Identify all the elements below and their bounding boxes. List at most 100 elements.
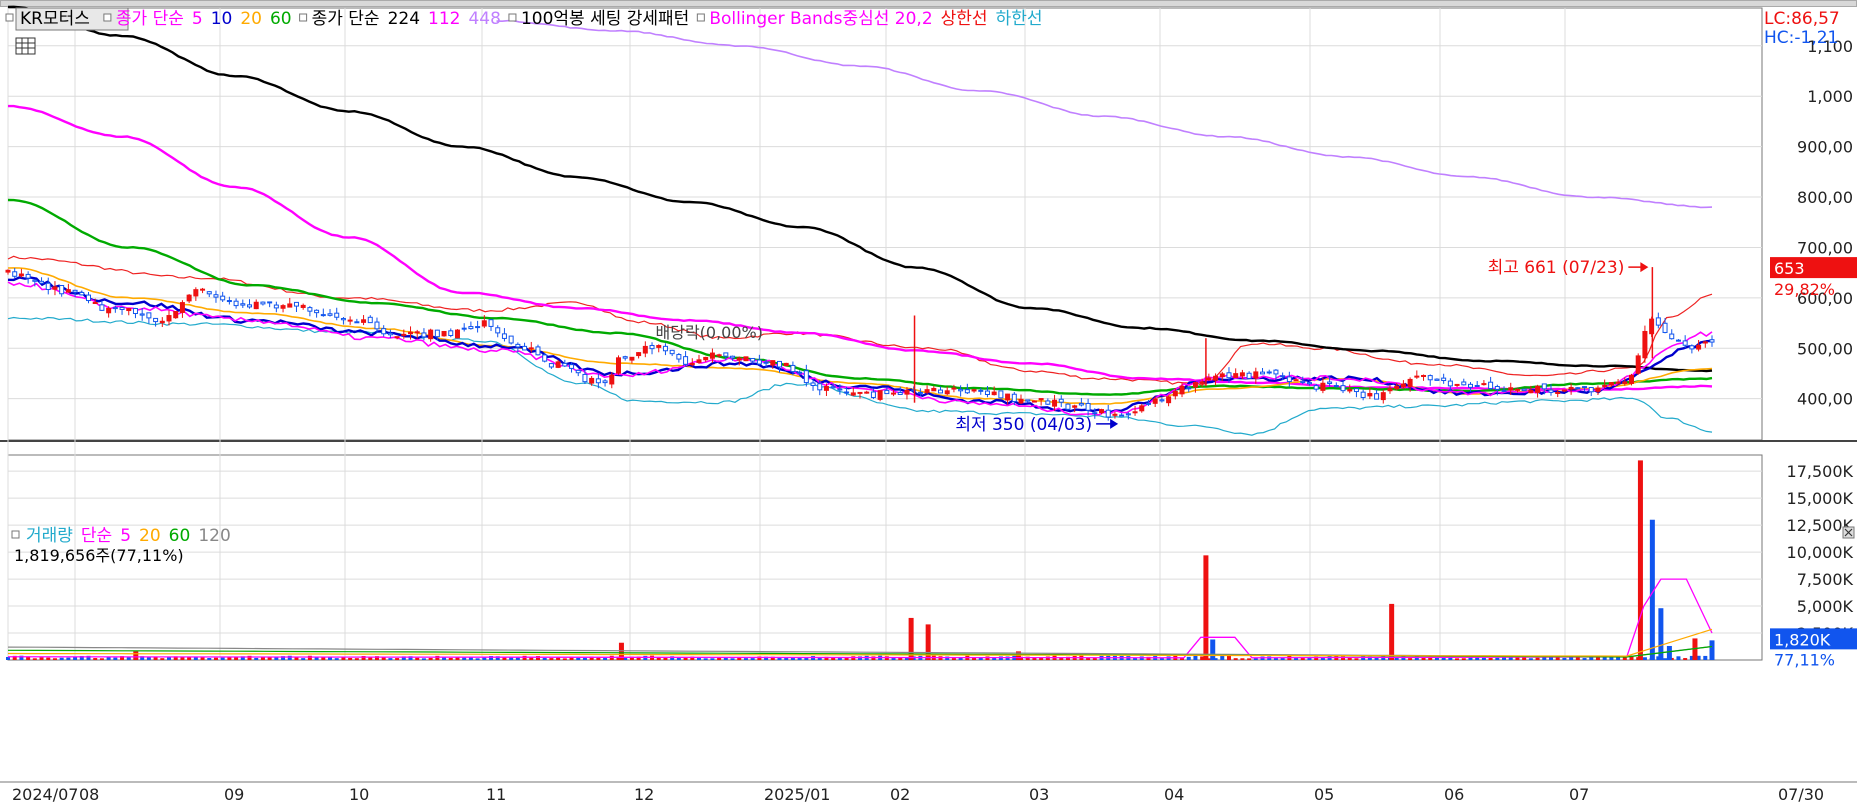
- legend-bollinger-lower: 하한선: [996, 9, 1043, 29]
- candle-body: [1702, 341, 1708, 344]
- volume-bar: [93, 658, 98, 660]
- volume-bar: [1389, 603, 1395, 660]
- volume-bar: [663, 657, 668, 660]
- volume-bar: [576, 657, 581, 660]
- legend-ma-period: 5: [192, 9, 203, 29]
- volume-bar: [1461, 658, 1466, 660]
- candle-body: [743, 356, 749, 362]
- pane-close-icon[interactable]: [1842, 526, 1855, 539]
- candle-body: [421, 332, 427, 338]
- candle-body: [72, 289, 78, 293]
- volume-legend: 거래량 단순 5 20 60 120: [11, 526, 231, 546]
- volume-bar: [160, 658, 165, 660]
- candle-body: [1427, 375, 1433, 381]
- candle-body: [1246, 372, 1252, 379]
- price-tick-label: 500,00: [1797, 339, 1853, 358]
- volume-bar: [1589, 657, 1594, 660]
- candle-body: [408, 331, 414, 335]
- current-volume-value: 1,820K: [1774, 630, 1831, 649]
- volume-bar: [1666, 645, 1672, 660]
- candle-body: [226, 300, 232, 303]
- candle-body: [179, 302, 185, 313]
- candle-body: [730, 355, 736, 359]
- candle-body: [1407, 378, 1413, 387]
- price-panel[interactable]: [7, 7, 1763, 441]
- candle-body: [1548, 389, 1554, 393]
- candle-body: [394, 336, 400, 339]
- candle-body: [817, 383, 823, 391]
- x-tick-label: 12: [634, 785, 654, 804]
- legend-pattern: 100억봉 세팅 강세패턴: [521, 9, 689, 29]
- stock-chart[interactable]: 2024/07 08 09 10 11 12 2025/01 02 03 04 05 06 07 07/3…: [0, 0, 1857, 810]
- candle-body: [1709, 339, 1715, 343]
- candle-body: [1628, 374, 1634, 384]
- candle-body: [1682, 340, 1688, 346]
- candle-body: [1052, 399, 1058, 407]
- candle-body: [917, 391, 923, 394]
- candle-body: [669, 349, 675, 355]
- candle-body: [931, 387, 937, 392]
- candle-body: [569, 364, 575, 369]
- x-tick-label: 2024/07: [12, 785, 78, 804]
- candle-body: [314, 309, 320, 314]
- candle-body: [320, 314, 326, 317]
- volume-bar: [1582, 658, 1587, 660]
- volume-tick-label: 17,500K: [1787, 462, 1854, 481]
- volume-bar: [542, 657, 547, 660]
- candle-body: [1253, 371, 1259, 379]
- candle-body: [414, 331, 420, 334]
- volume-tick-label: 15,000K: [1787, 489, 1854, 508]
- candle-body: [1280, 375, 1286, 378]
- candle-body: [367, 316, 373, 324]
- volume-bar: [32, 658, 37, 660]
- candle-body: [1615, 381, 1621, 384]
- candle-body: [548, 363, 554, 368]
- candle-body: [1179, 385, 1185, 395]
- candle-body: [1434, 378, 1440, 381]
- candle-body: [683, 356, 689, 365]
- candle-body: [1347, 389, 1353, 392]
- volume-panel[interactable]: [7, 454, 1763, 661]
- candle-body: [153, 317, 159, 323]
- candle-body: [998, 390, 1004, 399]
- candle-body: [233, 300, 239, 307]
- candle-body: [676, 354, 682, 360]
- candle-body: [327, 313, 333, 316]
- volume-bar: [710, 658, 715, 660]
- grid-icon[interactable]: [15, 37, 36, 55]
- legend-square: [696, 13, 705, 22]
- volume-bar: [415, 657, 420, 660]
- volume-bar: [388, 658, 393, 660]
- candle-body: [924, 389, 930, 393]
- candle-body: [1166, 396, 1172, 404]
- volume-bar: [1637, 460, 1643, 660]
- candle-body: [1696, 344, 1702, 350]
- candle-body: [488, 319, 494, 327]
- legend-ma-long-label: 종가 단순: [312, 9, 380, 29]
- legend-volume-ma-label: 단순: [81, 526, 112, 546]
- legend-ma-period: 60: [270, 9, 292, 29]
- candle-body: [1535, 385, 1541, 393]
- candle-body: [1441, 377, 1447, 382]
- candle-body: [1541, 383, 1547, 390]
- candle-body: [59, 285, 65, 295]
- candle-body: [1092, 412, 1098, 415]
- candle-body: [1595, 387, 1601, 392]
- candle-body: [119, 307, 125, 310]
- candle-body: [374, 321, 380, 330]
- candle-body: [1635, 355, 1641, 374]
- price-tick-label: 700,00: [1797, 238, 1853, 257]
- volume-bar: [354, 658, 359, 660]
- candle-body: [1125, 413, 1131, 416]
- volume-bar: [1233, 658, 1238, 660]
- volume-bar: [301, 658, 306, 660]
- volume-bar: [435, 655, 440, 660]
- candle-body: [964, 389, 970, 394]
- volume-tick-label: 10,000K: [1787, 543, 1854, 562]
- candle-body: [823, 386, 829, 391]
- candle-body: [92, 302, 98, 305]
- candle-body: [273, 304, 279, 309]
- candle-body: [837, 388, 843, 391]
- candle-body: [1320, 382, 1326, 391]
- volume-bar: [1408, 658, 1413, 660]
